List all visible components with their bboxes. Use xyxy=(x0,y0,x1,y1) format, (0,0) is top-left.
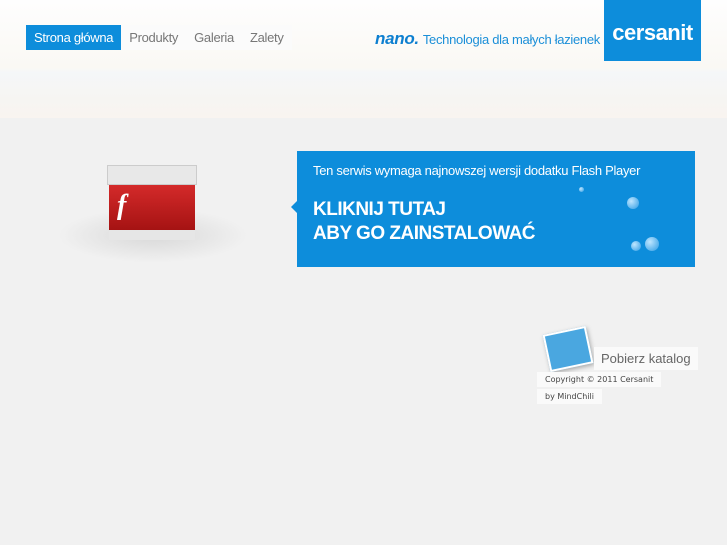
copyright: Copyright © 2011 Cersanit xyxy=(537,372,662,387)
nav-products[interactable]: Produkty xyxy=(121,25,186,50)
nano-logo: nano. xyxy=(375,29,419,48)
credit-link[interactable]: by MindChili xyxy=(537,389,602,404)
bubble-decoration xyxy=(579,187,584,192)
install-flash-banner[interactable]: Ten serwis wymaga najnowszej wersji doda… xyxy=(291,151,695,267)
flash-player-icon[interactable]: f xyxy=(107,165,197,240)
cersanit-logo[interactable]: cersanit xyxy=(604,0,701,61)
nav-home[interactable]: Strona główna xyxy=(26,25,122,50)
install-cta[interactable]: KLIKNIJ TUTAJ ABY GO ZAINSTALOWAĆ xyxy=(313,198,679,246)
header: Strona główna Produkty Galeria Zalety na… xyxy=(0,0,727,118)
nav-gallery[interactable]: Galeria xyxy=(186,25,242,50)
tagline-text: Technologia dla małych łazienek xyxy=(422,32,600,47)
bubble-decoration xyxy=(627,197,639,209)
flash-message: Ten serwis wymaga najnowszej wersji doda… xyxy=(313,163,641,178)
nav-advantages[interactable]: Zalety xyxy=(242,25,292,50)
tagline: nano. Technologia dla małych łazienek xyxy=(375,29,600,49)
bubble-decoration xyxy=(631,241,641,251)
download-catalog-link[interactable]: Pobierz katalog xyxy=(594,347,698,370)
main-nav: Strona główna Produkty Galeria Zalety xyxy=(26,25,292,50)
bubble-decoration xyxy=(645,237,659,251)
catalog-icon[interactable] xyxy=(542,325,594,373)
